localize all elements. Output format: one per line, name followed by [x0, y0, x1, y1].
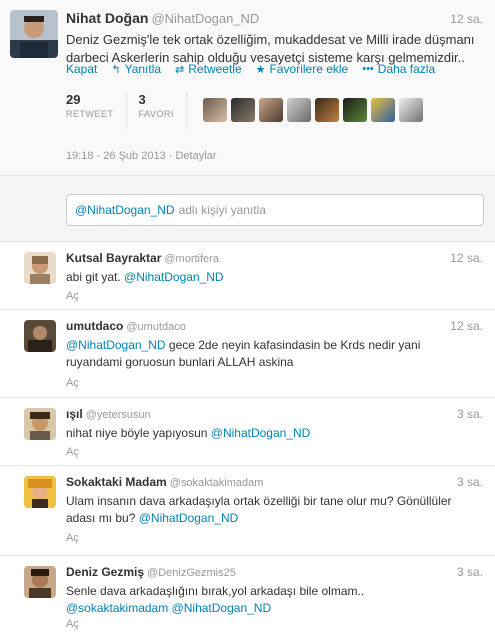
- details-link[interactable]: Detaylar: [175, 150, 216, 162]
- reply-text: Senle dava arkadaşlığını bırak,yol arkad…: [66, 583, 476, 617]
- tweet-actions: Kapat ↰ Yanıtla ⇄ Retweetle ★ Favorilere ek…: [66, 62, 435, 76]
- reply-arrow-icon: ↰: [111, 63, 121, 76]
- reply-tweet[interactable]: Kutsal Bayraktar @mortifera 12 sa. abi gi…: [0, 242, 495, 310]
- reply-text-part: abi git yat.: [66, 270, 125, 284]
- engager-avatar[interactable]: [258, 98, 283, 122]
- mention-link[interactable]: @sokaktakimadam: [66, 601, 168, 615]
- engager-avatar[interactable]: [342, 98, 367, 122]
- more-button[interactable]: ••• Daha fazla: [362, 62, 435, 76]
- author-name[interactable]: Nihat Doğan: [66, 10, 148, 26]
- reply-name[interactable]: Deniz Gezmiş: [66, 565, 144, 579]
- expand-link[interactable]: Aç: [66, 446, 79, 458]
- reply-text: @NihatDogan_ND gece 2de neyin kafasindas…: [66, 337, 476, 371]
- expand-link[interactable]: Aç: [66, 618, 79, 630]
- reply-time[interactable]: 3 sa.: [457, 407, 483, 421]
- reply-text: nihat niye böyle yapıyosun @NihatDogan_N…: [66, 425, 476, 442]
- reply-handle[interactable]: @mortifera: [164, 253, 219, 265]
- favorite-stat-label: FAVORI: [138, 109, 174, 119]
- star-icon: ★: [255, 63, 266, 76]
- reply-name[interactable]: Kutsal Bayraktar: [66, 251, 161, 265]
- retweet-label: Retweetle: [188, 62, 242, 76]
- main-author[interactable]: Nihat Doğan @NihatDogan_ND: [66, 10, 259, 26]
- reply-time[interactable]: 12 sa.: [450, 319, 483, 333]
- tweet-timestamp[interactable]: 19:18 - 26 Şub 2013: [66, 150, 166, 162]
- engager-avatar[interactable]: [230, 98, 255, 122]
- reply-author[interactable]: Deniz Gezmiş @DenizGezmis25: [66, 565, 236, 579]
- engager-avatar[interactable]: [202, 98, 227, 122]
- mention-link[interactable]: @NihatDogan_ND: [172, 601, 272, 615]
- engager-avatar[interactable]: [314, 98, 339, 122]
- engager-avatar[interactable]: [286, 98, 311, 122]
- reply-avatar[interactable]: [24, 566, 56, 598]
- retweet-button[interactable]: ⇄ Retweetle: [175, 62, 242, 76]
- reply-handle[interactable]: @sokaktakimadam: [170, 477, 264, 489]
- reply-time[interactable]: 3 sa.: [457, 475, 483, 489]
- reply-avatar[interactable]: [24, 476, 56, 508]
- retweet-icon: ⇄: [175, 63, 185, 76]
- reply-author[interactable]: Kutsal Bayraktar @mortifera: [66, 251, 219, 265]
- reply-text: abi git yat. @NihatDogan_ND: [66, 269, 476, 286]
- tweet-time[interactable]: 12 sa.: [450, 12, 483, 26]
- reply-author[interactable]: ışıl @yetersusun: [66, 407, 151, 421]
- engager-avatars: [202, 98, 423, 122]
- main-tweet: Nihat Doğan @NihatDogan_ND 12 sa. Deniz G…: [0, 0, 495, 176]
- reply-text-part: adası mı bu?: [66, 511, 139, 525]
- reply-handle[interactable]: @yetersusun: [86, 409, 151, 421]
- expand-link[interactable]: Aç: [66, 377, 79, 389]
- favorite-count: 3: [138, 92, 146, 107]
- reply-name[interactable]: ışıl: [66, 407, 83, 421]
- reply-tweet[interactable]: Sokaktaki Madam @sokaktakimadam 3 sa. Ula…: [0, 466, 495, 556]
- reply-mention: @NihatDogan_ND: [75, 203, 175, 217]
- close-button[interactable]: Kapat: [66, 62, 97, 76]
- reply-handle[interactable]: @umutdaco: [126, 321, 185, 333]
- reply-time[interactable]: 12 sa.: [450, 251, 483, 265]
- reply-author[interactable]: Sokaktaki Madam @sokaktakimadam: [66, 475, 263, 489]
- reply-tweet[interactable]: ışıl @yetersusun 3 sa. nihat niye böyle y…: [0, 398, 495, 466]
- reply-handle[interactable]: @DenizGezmis25: [147, 567, 236, 579]
- expand-link[interactable]: Aç: [66, 290, 79, 302]
- reply-text-part: nihat niye böyle yapıyosun: [66, 426, 211, 440]
- mention-link[interactable]: @NihatDogan_ND: [124, 270, 224, 284]
- reply-button[interactable]: ↰ Yanıtla: [111, 62, 161, 76]
- reply-author[interactable]: umutdaco @umutdaco: [66, 319, 186, 333]
- engager-avatar[interactable]: [370, 98, 395, 122]
- main-avatar[interactable]: [10, 10, 58, 58]
- reply-text-part: ruyandami goruosun bunlari ALLAH askina: [66, 355, 294, 369]
- reply-label: Yanıtla: [124, 62, 162, 76]
- favorite-button[interactable]: ★ Favorilere ekle: [256, 62, 349, 76]
- reply-area: @NihatDogan_ND adlı kişiyi yanıtla: [0, 176, 495, 242]
- reply-tweet[interactable]: Deniz Gezmiş @DenizGezmis25 3 sa. Senle d…: [0, 556, 495, 640]
- reply-avatar[interactable]: [24, 320, 56, 352]
- reply-text: Ulam insanın dava arkadaşıyla ortak özel…: [66, 493, 476, 527]
- engager-avatar[interactable]: [398, 98, 423, 122]
- ellipsis-icon: •••: [362, 63, 374, 75]
- favorite-stat[interactable]: 3 FAVORI: [139, 92, 187, 130]
- retweet-count: 29: [66, 92, 81, 107]
- author-handle[interactable]: @NihatDogan_ND: [151, 11, 259, 26]
- reply-name[interactable]: Sokaktaki Madam: [66, 475, 167, 489]
- tweet-meta: 19:18 - 26 Şub 2013 · Detaylar: [66, 150, 217, 162]
- mention-link[interactable]: @NihatDogan_ND: [211, 426, 311, 440]
- more-label: Daha fazla: [377, 62, 436, 76]
- reply-avatar[interactable]: [24, 408, 56, 440]
- reply-text-part: Ulam insanın dava arkadaşıyla ortak özel…: [66, 494, 452, 508]
- reply-placeholder: adlı kişiyi yanıtla: [178, 203, 266, 217]
- reply-time[interactable]: 3 sa.: [457, 565, 483, 579]
- retweet-stat[interactable]: 29 RETWEET: [66, 92, 127, 130]
- reply-text-part: gece 2de neyin kafasindasin be Krds nedi…: [165, 338, 421, 352]
- reply-input[interactable]: @NihatDogan_ND adlı kişiyi yanıtla: [66, 194, 484, 226]
- reply-avatar[interactable]: [24, 252, 56, 284]
- favorite-label: Favorilere ekle: [269, 62, 349, 76]
- expand-link[interactable]: Aç: [66, 532, 79, 544]
- reply-tweet[interactable]: umutdaco @umutdaco 12 sa. @NihatDogan_ND …: [0, 310, 495, 398]
- retweet-stat-label: RETWEET: [66, 109, 114, 119]
- mention-link[interactable]: @NihatDogan_ND: [139, 511, 239, 525]
- reply-name[interactable]: umutdaco: [66, 319, 123, 333]
- tweet-stats: 29 RETWEET 3 FAVORI: [66, 92, 476, 130]
- reply-text-part: Senle dava arkadaşlığını bırak,yol arkad…: [66, 584, 365, 598]
- close-label: Kapat: [66, 62, 98, 76]
- mention-link[interactable]: @NihatDogan_ND: [66, 338, 166, 352]
